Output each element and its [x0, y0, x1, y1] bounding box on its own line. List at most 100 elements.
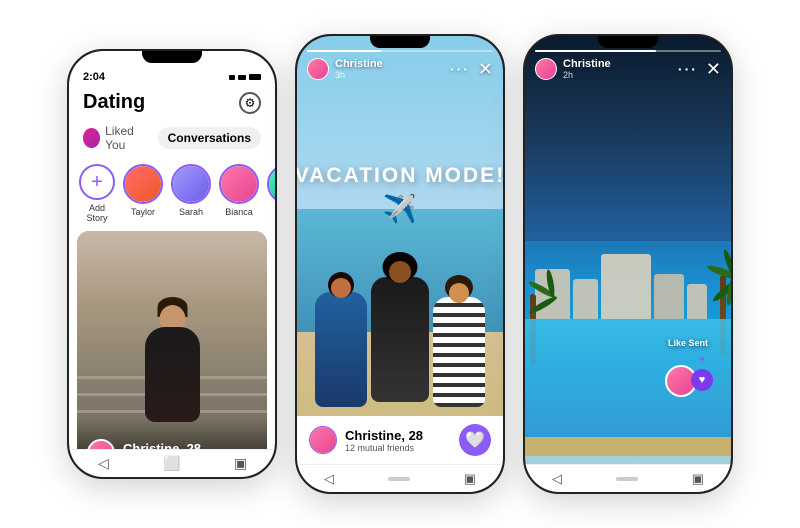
bianca-label: Bianca: [225, 207, 253, 217]
pool-story-screen: Christine 2h ··· ✕ Like Sent ♥: [525, 36, 731, 492]
close-story-icon[interactable]: ✕: [478, 59, 493, 80]
story-user-avatar-3: [535, 58, 557, 80]
buildings-row: [525, 254, 731, 319]
nav-back-icon[interactable]: ◁: [94, 455, 112, 473]
more-options-icon-3[interactable]: ···: [678, 61, 698, 77]
girl-1-face: [331, 278, 351, 298]
tab-liked-you[interactable]: Liked You: [83, 124, 150, 152]
status-bar-1: 2:04: [69, 63, 275, 87]
story-progress-bar-3: [535, 50, 721, 52]
story-progress-fill: [307, 50, 381, 52]
plane-emoji: ✈️: [297, 192, 503, 225]
like-button-2[interactable]: 🤍: [459, 424, 491, 456]
settings-icon[interactable]: ⚙: [239, 92, 261, 114]
story-card-mutual-2: 12 mutual friends: [345, 443, 423, 453]
sp-avatar-img: [269, 166, 275, 202]
nav-recents-3[interactable]: ▣: [692, 471, 704, 487]
story-bianca[interactable]: Bianca: [219, 164, 259, 217]
story-user-name-2: Christine: [335, 58, 383, 70]
story-user-row: Christine 3h ··· ✕: [307, 58, 493, 80]
notch-2: [370, 36, 430, 48]
story-user-info-3: Christine 2h: [563, 58, 611, 80]
story-sp[interactable]: Sp...: [267, 164, 275, 217]
nav-bar-2: ◁ ▣: [297, 464, 503, 492]
nav-bar-3: ◁ ▣: [525, 464, 731, 492]
taylor-label: Taylor: [131, 207, 155, 217]
bianca-avatar: [219, 164, 259, 204]
girl-1-body: [315, 292, 367, 407]
pool-background: [525, 36, 731, 492]
heart-small-icon: ♥: [700, 354, 705, 364]
story-header-3: Christine 2h ··· ✕: [525, 50, 731, 80]
building-4: [654, 274, 684, 319]
story-person-avatar-img-2: [310, 427, 336, 453]
story-sarah[interactable]: Sarah: [171, 164, 211, 217]
story-user-time-2: 3h: [335, 70, 383, 80]
close-story-icon-3[interactable]: ✕: [706, 59, 721, 80]
profile-card[interactable]: Christine, 28 12 mutual friends: [77, 231, 267, 477]
story-user-avatar-2: [307, 58, 329, 80]
status-icons: [229, 74, 261, 80]
building-3: [601, 254, 651, 319]
like-sent-heart-icon: ♥: [691, 369, 713, 391]
girl-2-face: [389, 261, 411, 283]
nav-back-2[interactable]: ◁: [324, 471, 334, 487]
story-user-info-2: Christine 3h: [335, 58, 383, 80]
add-story-icon: +: [79, 164, 115, 200]
story-user-name-3: Christine: [563, 58, 611, 70]
story-taylor[interactable]: Taylor: [123, 164, 163, 217]
taylor-avatar: [123, 164, 163, 204]
signal-icon: [229, 75, 235, 80]
phones-container: 2:04 Dating ⚙ Liked You Convers: [47, 14, 753, 514]
wifi-icon: [238, 75, 246, 80]
person-body: [145, 327, 200, 422]
bianca-avatar-img: [221, 166, 257, 202]
story-progress-fill-3: [535, 50, 656, 52]
tabs-row: Liked You Conversations: [69, 120, 275, 160]
story-user-row-3: Christine 2h ··· ✕: [535, 58, 721, 80]
person-figure: [145, 327, 200, 422]
girl-3-face: [449, 283, 469, 303]
girl-3-body: [433, 297, 485, 407]
nav-recents-icon[interactable]: ▣: [232, 455, 250, 473]
story-progress-bar: [307, 50, 493, 52]
pool-deck: [525, 437, 731, 455]
nav-recents-2[interactable]: ▣: [464, 471, 476, 487]
app-title: Dating: [83, 91, 145, 114]
liked-avatar: [83, 128, 100, 148]
taylor-avatar-img: [125, 166, 161, 202]
nav-home-3[interactable]: [616, 477, 638, 481]
story-header-2: Christine 3h ··· ✕: [297, 50, 503, 80]
story-person-avatar-2: [309, 426, 337, 454]
add-story-label: Add Story: [79, 203, 115, 223]
tab-conversations[interactable]: Conversations: [158, 127, 261, 149]
more-options-icon[interactable]: ···: [450, 61, 470, 77]
nav-bar-1: ◁ ⬜ ▣: [69, 449, 275, 477]
story-add[interactable]: + Add Story: [79, 164, 115, 223]
beach-story-screen: Christine 3h ··· ✕ VACATION MODE! ✈️: [297, 36, 503, 492]
story-card-name-2: Christine, 28: [345, 428, 423, 443]
phone-1-screen: 2:04 Dating ⚙ Liked You Convers: [69, 51, 275, 477]
story-actions: ··· ✕: [450, 59, 493, 80]
sp-avatar: [267, 164, 275, 204]
app-header: Dating ⚙: [69, 87, 275, 120]
vacation-text-overlay: VACATION MODE! ✈️: [297, 164, 503, 225]
notch-3: [598, 36, 658, 48]
nav-home-icon[interactable]: ⬜: [163, 455, 181, 473]
nav-back-3[interactable]: ◁: [552, 471, 562, 487]
story-actions-3: ··· ✕: [678, 59, 721, 80]
story-card-bottom-2: Christine, 28 12 mutual friends 🤍: [297, 416, 503, 464]
vacation-text: VACATION MODE!: [297, 164, 503, 188]
building-2: [573, 279, 598, 319]
like-sent-graphic: ♥ ♥: [663, 352, 713, 397]
notch-1: [142, 51, 202, 63]
nav-home-2[interactable]: [388, 477, 410, 481]
girl-2-body: [371, 277, 429, 402]
battery-icon: [249, 74, 261, 80]
phone-3: Christine 2h ··· ✕ Like Sent ♥: [523, 34, 733, 494]
status-time: 2:04: [83, 71, 105, 83]
story-user-time-3: 2h: [563, 70, 611, 80]
like-sent-label: Like Sent: [668, 338, 708, 348]
like-sent-overlay: Like Sent ♥ ♥: [663, 338, 713, 397]
phone-3-screen: Christine 2h ··· ✕ Like Sent ♥: [525, 36, 731, 492]
